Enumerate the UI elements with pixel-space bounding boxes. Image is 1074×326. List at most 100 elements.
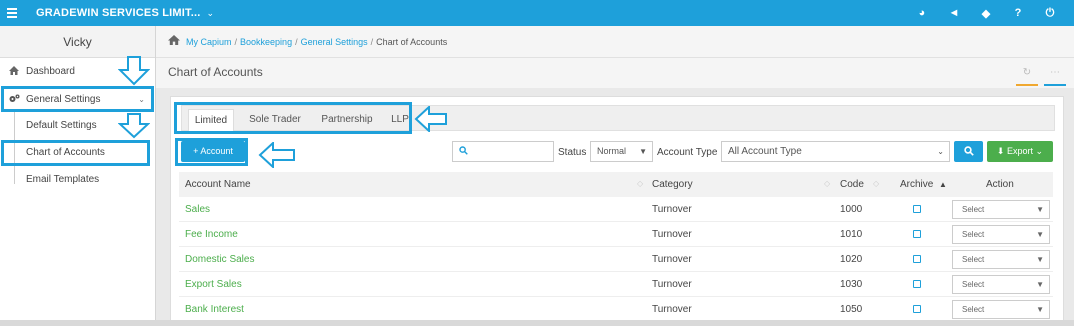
caret-down-icon: ▼ (1036, 205, 1044, 214)
chevron-down-icon: ⌄ (1035, 146, 1044, 156)
power-icon[interactable]: ⏻ (1034, 7, 1066, 20)
arrow-left-icon (414, 106, 447, 132)
table-row: Fee Income Turnover 1010 Select ▼ (179, 222, 1053, 247)
table-header: Account Name ◇ Category ◇ Code ◇ Archive… (179, 172, 1053, 197)
account-type-select[interactable]: All Account Type ⌄ (721, 141, 950, 162)
breadcrumb-link[interactable]: General Settings (301, 37, 368, 47)
table-row: Bank Interest Turnover 1050 Select ▼ (179, 297, 1053, 322)
breadcrumb-link[interactable]: Bookkeeping (240, 37, 292, 47)
category-cell: Turnover (652, 254, 692, 265)
export-label: Export (1006, 146, 1033, 156)
category-cell: Turnover (652, 304, 692, 315)
breadcrumb: My Capium / Bookkeeping / General Settin… (156, 26, 1074, 58)
highlight-box (175, 138, 248, 166)
megaphone-icon[interactable]: ◄ (938, 7, 970, 19)
sidebar-item-label: Email Templates (26, 174, 100, 185)
home-icon (8, 66, 20, 77)
status-label: Status (558, 147, 587, 158)
sort-icon[interactable]: ◇ (824, 179, 830, 188)
company-name[interactable]: GRADEWIN SERVICES LIMIT... (36, 7, 201, 19)
caret-down-icon: ▼ (639, 147, 647, 156)
action-value: Select (962, 305, 985, 314)
caret-down-icon: ▼ (1036, 230, 1044, 239)
home-icon[interactable] (168, 35, 180, 48)
export-button[interactable]: ⬇ Export ⌄ (987, 141, 1053, 162)
sidebar-item-label: Dashboard (26, 66, 75, 77)
download-icon: ⬇ (996, 146, 1005, 156)
code-cell: 1050 (840, 304, 863, 315)
caret-down-icon: ▼ (1036, 305, 1044, 314)
search-input[interactable] (452, 141, 554, 162)
search-icon (459, 146, 468, 157)
sort-up-icon[interactable]: ▲ (939, 180, 947, 189)
archive-checkbox[interactable] (913, 205, 921, 213)
more-icon[interactable]: ⋯ (1044, 64, 1066, 86)
arrow-down-icon (118, 56, 150, 86)
category-cell: Turnover (652, 204, 692, 215)
arrow-down-icon (118, 113, 150, 139)
archive-checkbox[interactable] (913, 255, 921, 263)
title-bar: Chart of Accounts ↻ ⋯ (156, 58, 1074, 88)
help-icon[interactable]: ? (1002, 7, 1034, 19)
sidebar-item-label: Default Settings (26, 120, 97, 131)
col-category[interactable]: Category (652, 179, 693, 190)
archive-checkbox[interactable] (913, 280, 921, 288)
action-select[interactable]: Select ▼ (952, 275, 1050, 294)
caret-down-icon: ▼ (1036, 255, 1044, 264)
highlight-box (174, 102, 412, 134)
breadcrumb-current: Chart of Accounts (376, 36, 448, 47)
col-archive[interactable]: Archive (900, 179, 933, 190)
arrow-left-icon (258, 142, 295, 168)
account-type-value: All Account Type (728, 146, 802, 157)
status-value: Normal (597, 146, 627, 156)
search-button[interactable] (954, 141, 983, 162)
action-select[interactable]: Select ▼ (952, 225, 1050, 244)
highlight-box (1, 140, 150, 166)
user-name: Vicky (0, 26, 155, 58)
action-value: Select (962, 280, 985, 289)
account-name-link[interactable]: Sales (185, 204, 210, 215)
action-select[interactable]: Select ▼ (952, 250, 1050, 269)
bottom-edge (0, 320, 1074, 326)
palette-icon[interactable]: ◕ (906, 7, 938, 19)
search-icon (963, 146, 974, 156)
table-row: Domestic Sales Turnover 1020 Select ▼ (179, 247, 1053, 272)
tag-icon[interactable]: ◆ (970, 7, 1002, 20)
chevron-down-icon[interactable]: ⌄ (207, 8, 215, 19)
sidebar-item-email-templates[interactable]: Email Templates (0, 166, 155, 193)
chevron-down-icon: ⌄ (937, 147, 944, 156)
category-cell: Turnover (652, 279, 692, 290)
col-account-name[interactable]: Account Name (185, 179, 251, 190)
archive-checkbox[interactable] (913, 305, 921, 313)
col-code[interactable]: Code (840, 179, 864, 190)
table-row: Sales Turnover 1000 Select ▼ (179, 197, 1053, 222)
code-cell: 1000 (840, 204, 863, 215)
page-title: Chart of Accounts (168, 65, 263, 79)
status-select[interactable]: Normal ▼ (590, 141, 653, 162)
highlight-box (1, 86, 154, 112)
action-select[interactable]: Select ▼ (952, 300, 1050, 319)
refresh-icon[interactable]: ↻ (1016, 64, 1038, 86)
action-value: Select (962, 255, 985, 264)
sort-icon[interactable]: ◇ (637, 179, 643, 188)
hamburger-icon[interactable] (0, 0, 24, 26)
account-name-link[interactable]: Fee Income (185, 229, 238, 240)
table-row: Export Sales Turnover 1030 Select ▼ (179, 272, 1053, 297)
code-cell: 1030 (840, 279, 863, 290)
top-bar: GRADEWIN SERVICES LIMIT... ⌄ ◕ ◄ ◆ ? ⏻ (0, 0, 1074, 26)
code-cell: 1010 (840, 229, 863, 240)
caret-down-icon: ▼ (1036, 280, 1044, 289)
code-cell: 1020 (840, 254, 863, 265)
sort-icon[interactable]: ◇ (873, 179, 879, 188)
account-name-link[interactable]: Domestic Sales (185, 254, 254, 265)
account-name-link[interactable]: Export Sales (185, 279, 242, 290)
account-name-link[interactable]: Bank Interest (185, 304, 244, 315)
action-value: Select (962, 230, 985, 239)
action-select[interactable]: Select ▼ (952, 200, 1050, 219)
archive-checkbox[interactable] (913, 230, 921, 238)
action-value: Select (962, 205, 985, 214)
category-cell: Turnover (652, 229, 692, 240)
title-icons: ↻ ⋯ (1016, 64, 1066, 86)
breadcrumb-link[interactable]: My Capium (186, 37, 232, 47)
top-icons: ◕ ◄ ◆ ? ⏻ (906, 0, 1066, 26)
